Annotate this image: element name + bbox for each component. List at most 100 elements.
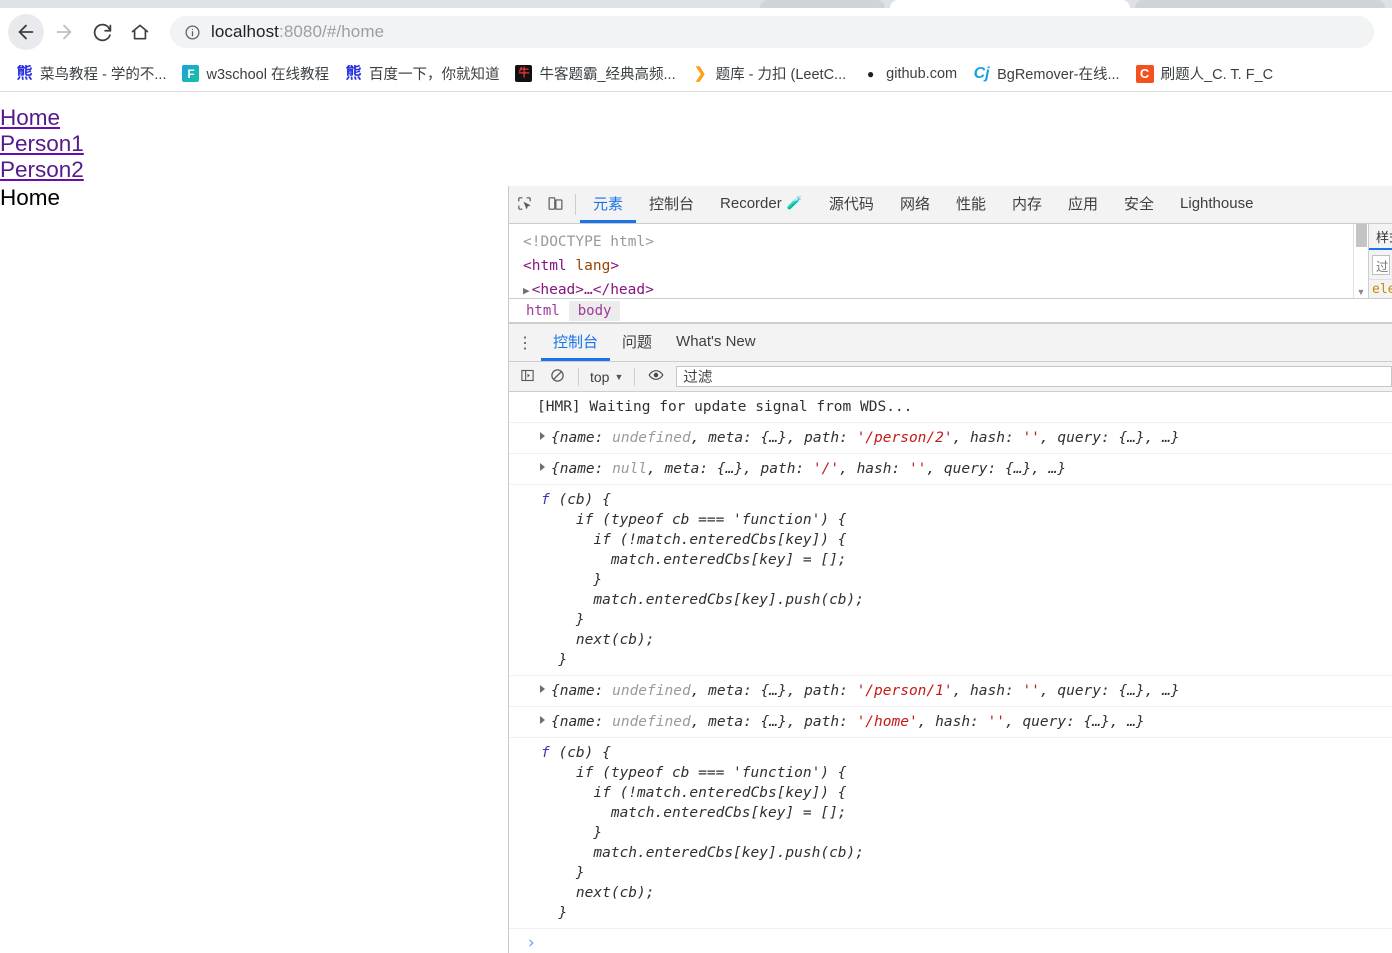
doctype-text: <!DOCTYPE html> [523,234,654,250]
drawer-tab-2[interactable]: 问题 [610,324,664,361]
object-token: '' [1022,683,1040,699]
device-toolbar-button[interactable] [540,186,571,223]
bookmark-item[interactable]: Cj BgRemover-在线... [965,60,1127,87]
object-token: '/' [812,461,840,477]
breadcrumb-item-html[interactable]: html [517,301,569,321]
console-output: [HMR] Waiting for update signal from WDS… [509,392,1392,953]
object-token: null [612,461,648,477]
console-message-text: [HMR] Waiting for update signal from WDS… [509,392,1392,423]
baidu-paw-icon: 熊 [345,65,362,82]
baidu-paw-icon: 熊 [16,65,33,82]
dom-tree-scrollbar[interactable]: ▲ ▼ [1353,224,1368,298]
more-options-button[interactable]: ⋮ [509,324,541,361]
devtools-tab-list: 元素 控制台 Recorder 🧪 源代码 网络 性能 内存 应用 安全 Lighthouse [580,186,1266,223]
browser-toolbar: localhost:8080/#/home [0,8,1392,56]
reload-button[interactable] [84,14,120,50]
site-information-icon[interactable] [184,24,201,41]
console-message-object[interactable]: {name: undefined, meta: {…}, path: '/hom… [509,707,1392,738]
object-token: {name: [551,430,613,446]
expand-triangle-icon[interactable]: ▶ [523,284,530,297]
github-icon: ● [867,66,875,81]
devtools-tab-8[interactable]: 应用 [1055,186,1111,223]
expand-triangle-icon[interactable] [540,716,545,724]
object-token: undefined [612,683,691,699]
dom-row-html[interactable]: <html lang> [523,254,1353,278]
page-link-person1[interactable]: Person1 [0,131,84,157]
bookmark-item[interactable]: C 刷题人_C. T. F_C [1128,60,1282,87]
live-expression-button[interactable] [642,364,670,390]
devtools-tab-3[interactable]: Recorder 🧪 [707,186,816,223]
object-token: '' [987,714,1005,730]
bookmark-item[interactable]: 牛牛客题霸_经典高频... [507,60,683,87]
console-context-value: top [590,368,610,385]
devtools-tab-2[interactable]: 控制台 [636,186,707,223]
object-token: {name: [551,683,613,699]
dom-tree[interactable]: <!DOCTYPE html> <html lang> ▶ <head>…</he… [509,224,1353,298]
devtools-tab-9[interactable]: 安全 [1111,186,1167,223]
scrollbar-thumb[interactable] [1355,224,1367,247]
devtools-tab-4[interactable]: 源代码 [816,186,887,223]
styles-tab[interactable]: 样式 [1369,224,1392,250]
inspect-element-button[interactable] [509,186,540,223]
expand-triangle-icon[interactable] [540,432,545,440]
dom-row-doctype[interactable]: <!DOCTYPE html> [523,230,1353,254]
console-message-function: f (cb) { if (typeof cb === 'function') {… [509,485,1392,676]
clear-console-button[interactable] [543,364,571,390]
forward-button[interactable] [46,14,82,50]
devtools-tab-10[interactable]: Lighthouse [1167,186,1266,223]
drawer-tab-3[interactable]: What's New [664,324,768,361]
devtools-tab-6[interactable]: 性能 [943,186,999,223]
devtools-tab-label: 元素 [593,195,624,213]
breadcrumb-item-body[interactable]: body [568,300,621,321]
console-filter-input[interactable]: 过滤 [676,366,1392,387]
object-preview: {name: undefined, meta: {…}, path: '/per… [551,430,1180,446]
bookmark-item[interactable]: 熊百度一下，你就知道 [337,60,508,87]
url-host: localhost [211,22,279,41]
console-context-selector[interactable]: top ▼ [586,369,627,385]
devtools-tab-1[interactable]: 元素 [580,186,637,223]
bookmark-label: github.com [886,65,958,82]
page-link-home[interactable]: Home [0,105,60,131]
browser-tab-inactive-left[interactable] [760,0,885,8]
bookmark-item[interactable]: ● github.com [854,62,965,85]
browser-tab-inactive-right[interactable] [1135,0,1385,8]
home-button[interactable] [122,14,158,50]
browser-tab-active[interactable] [890,0,1130,8]
more-options-icon: ⋮ [517,334,533,352]
devtools-tab-label: Lighthouse [1180,194,1254,212]
console-message-object[interactable]: {name: null, meta: {…}, path: '/', hash:… [509,454,1392,485]
back-button[interactable] [8,14,44,50]
bookmark-item[interactable]: Fw3school 在线教程 [174,60,336,87]
console-message-object[interactable]: {name: undefined, meta: {…}, path: '/per… [509,423,1392,454]
expand-triangle-icon[interactable] [540,463,545,471]
console-sidebar-icon [520,368,535,386]
styles-sidebar: 样式 过滤 element.style } [1368,224,1392,298]
expand-triangle-icon[interactable] [540,685,545,693]
dom-row-head[interactable]: ▶ <head>…</head> [523,278,1353,298]
console-prompt[interactable]: › [509,929,1392,953]
bookmark-item[interactable]: 熊菜鸟教程 - 学的不... [8,60,174,87]
object-preview: {name: undefined, meta: {…}, path: '/per… [551,683,1180,699]
clear-console-icon [550,368,565,386]
console-message-object[interactable]: {name: undefined, meta: {…}, path: '/per… [509,676,1392,707]
object-token: , hash: [917,714,988,730]
styles-filter-input[interactable]: 过滤 [1372,255,1390,275]
page-link-person2[interactable]: Person2 [0,157,84,183]
address-bar[interactable]: localhost:8080/#/home [170,16,1374,48]
html-tag-close-bracket: > [610,258,620,274]
devtools-tab-7[interactable]: 内存 [999,186,1055,223]
chevron-down-icon: ▼ [614,371,624,382]
scroll-down-arrow-icon[interactable]: ▼ [1357,287,1366,297]
bookmark-item[interactable]: ❯ 题库 - 力扣 (LeetC... [684,60,855,87]
devtools-tab-label: 性能 [955,195,986,213]
object-token: undefined [612,714,691,730]
devtools-tab-5[interactable]: 网络 [887,186,943,223]
drawer-tab-1[interactable]: 控制台 [541,324,611,361]
console-prompt-caret-icon: › [526,933,537,953]
devtools-tab-label: Recorder [720,194,782,212]
inspect-element-icon [516,195,533,215]
styles-rule-element-style[interactable]: element.style [1369,279,1392,298]
object-token: , query: {…}, …} [1039,430,1180,446]
console-sidebar-button[interactable] [513,364,541,390]
bookmark-label: 题库 - 力扣 (LeetC... [715,67,847,83]
